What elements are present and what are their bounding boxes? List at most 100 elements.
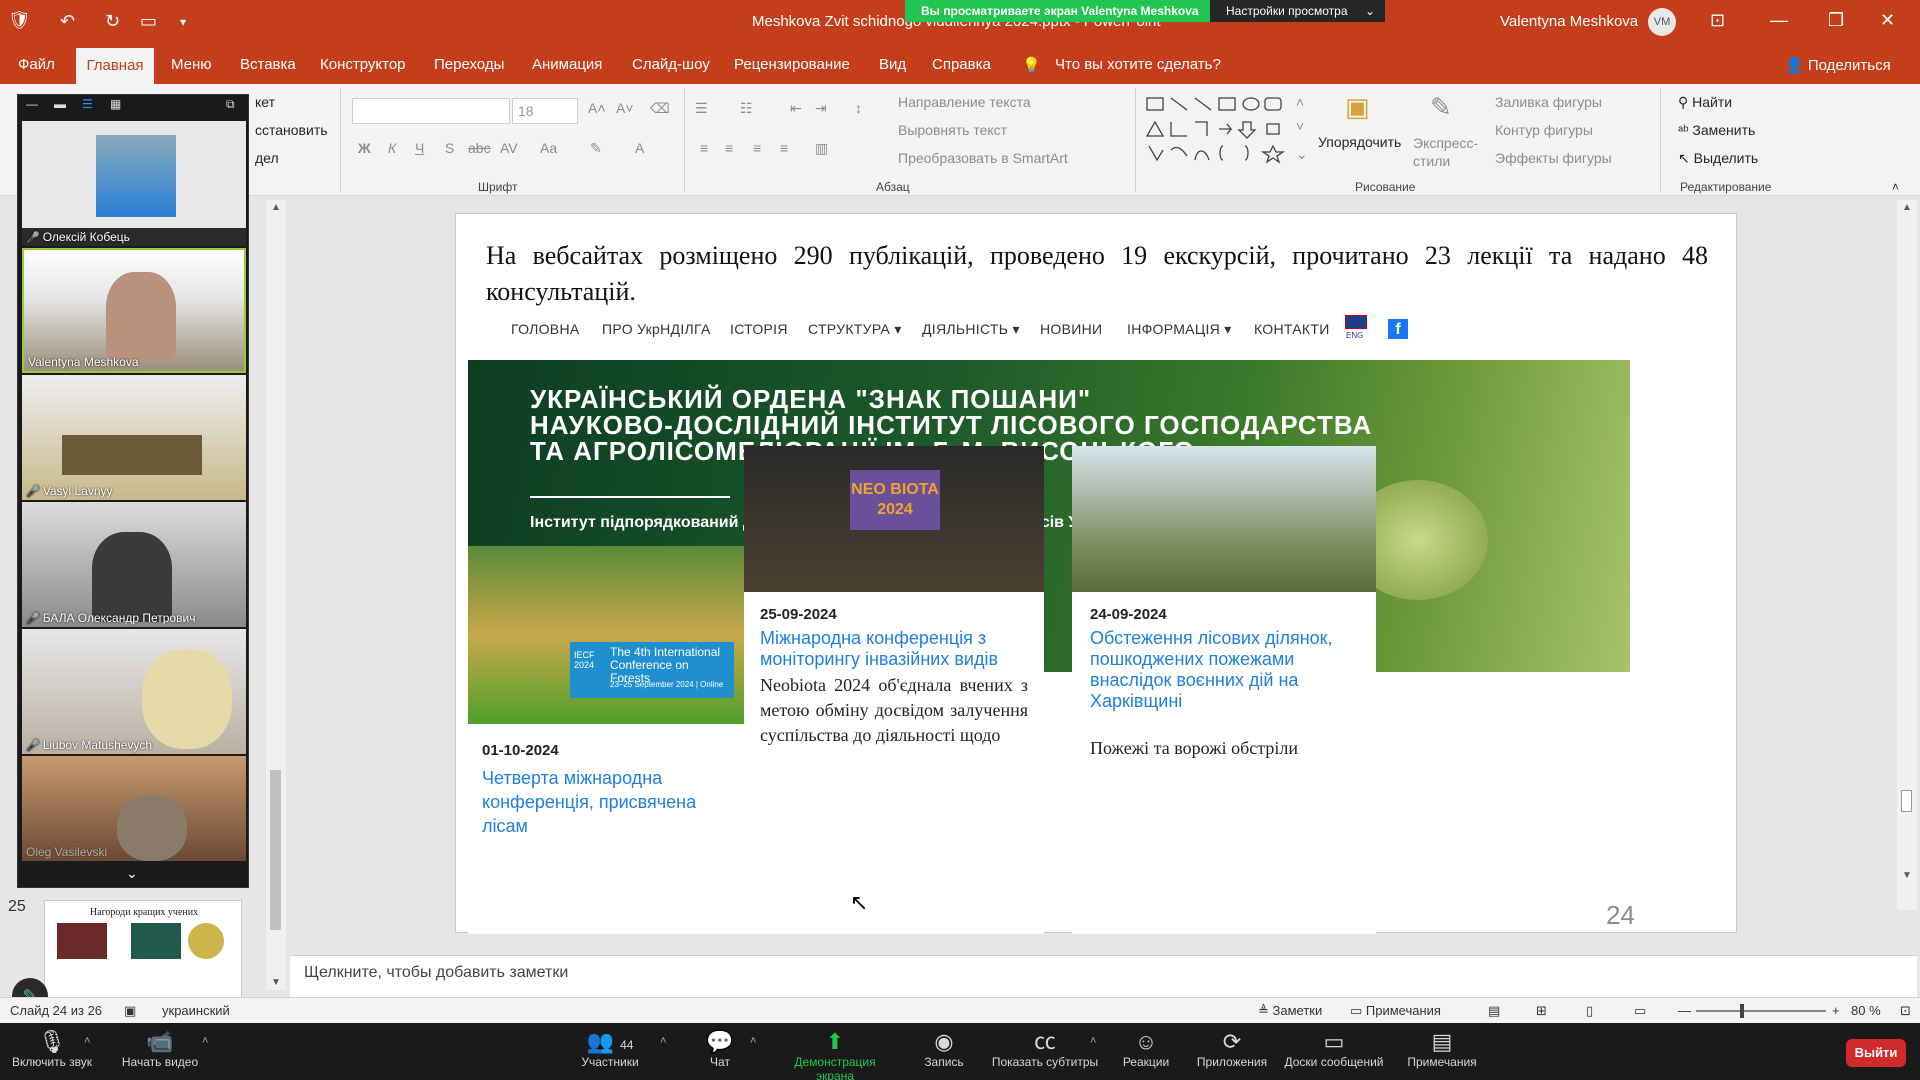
strikethrough-icon[interactable]: abc (468, 140, 491, 156)
normal-view-icon[interactable]: ▤ (1488, 1003, 1500, 1019)
chat-chevron-icon[interactable]: ˄ (750, 1035, 756, 1047)
tab-slideshow[interactable]: Слайд-шоу (632, 56, 710, 73)
scroll-up-icon[interactable]: ▲ (271, 202, 281, 213)
participant-tile[interactable]: Oleg Vasilevski (22, 756, 246, 861)
slide-25-thumbnail[interactable]: Нагороди кращих учених (44, 900, 242, 998)
layout-button[interactable]: кет (255, 94, 275, 110)
notes-placeholder[interactable]: Щелкните, чтобы добавить заметки (304, 964, 568, 982)
indent-decrease-icon[interactable]: ⇤ (790, 100, 802, 117)
smartart-button[interactable]: Преобразовать в SmartArt (898, 150, 1068, 166)
underline-icon[interactable]: Ч (415, 140, 424, 156)
indent-increase-icon[interactable]: ⇥ (815, 100, 827, 117)
close-icon[interactable]: ✕ (1880, 10, 1895, 31)
redo-icon[interactable]: ↻ (105, 11, 120, 32)
reading-view-icon[interactable]: ▯ (1586, 1003, 1593, 1019)
font-grow-icon[interactable]: A˄ (588, 100, 606, 116)
view-small-icon[interactable]: ▬ (54, 97, 66, 111)
italic-icon[interactable]: К (388, 140, 396, 156)
justify-icon[interactable]: ≡ (780, 140, 788, 156)
participant-tile[interactable]: 🎤 БАЛА Олександр Петрович (22, 502, 246, 627)
chat-button[interactable]: 💬 Чат (660, 1029, 780, 1069)
tab-file[interactable]: Файл (18, 56, 55, 73)
tab-animation[interactable]: Анимация (532, 56, 602, 73)
share-screen-button[interactable]: ⬆ Демонстрация экрана (775, 1029, 895, 1080)
zoom-slider-thumb[interactable] (1740, 1004, 1744, 1018)
notes-toggle[interactable]: ≜ Заметки (1258, 1003, 1322, 1019)
participant-tile[interactable]: 🎤 Liubov Matushevych (22, 629, 246, 754)
font-shrink-icon[interactable]: A˅ (616, 100, 634, 116)
customize-toolbar-icon[interactable]: ▾ (180, 15, 186, 29)
gallery-icon[interactable]: ▦ (110, 97, 121, 111)
tab-transitions[interactable]: Переходы (434, 56, 504, 73)
tab-home[interactable]: Главная (76, 48, 154, 84)
tab-design[interactable]: Конструктор (320, 56, 406, 73)
clear-format-icon[interactable]: ⌫ (650, 100, 670, 117)
font-size-select[interactable]: 18 (512, 98, 578, 124)
columns-icon[interactable]: ▥ (815, 140, 828, 157)
line-spacing-icon[interactable]: ↕ (855, 100, 862, 116)
language-indicator[interactable]: украинский (162, 1003, 230, 1018)
minimize-icon[interactable]: — (26, 97, 38, 111)
shape-effects-button[interactable]: Эффекты фигуры (1495, 150, 1612, 166)
participants-button[interactable]: 👥 44 Участники (550, 1029, 670, 1069)
zoom-level[interactable]: 80 % (1851, 1003, 1881, 1018)
participant-tile[interactable]: 🎤 Олексій Кобець (22, 121, 246, 246)
leave-button[interactable]: Выйти (1846, 1039, 1906, 1067)
comments-toggle[interactable]: ▭ Примечания (1350, 1003, 1441, 1019)
tab-review[interactable]: Рецензирование (734, 56, 850, 73)
zoom-in-icon[interactable]: + (1832, 1003, 1840, 1018)
change-case-icon[interactable]: Aa (540, 140, 557, 156)
font-color-icon[interactable]: A (635, 140, 644, 156)
spellcheck-icon[interactable]: ▣ (124, 1003, 136, 1019)
notes-pane[interactable]: Щелкните, чтобы добавить заметки (290, 955, 1917, 997)
zoom-slider[interactable] (1696, 1004, 1826, 1018)
bold-icon[interactable]: Ж (358, 140, 371, 156)
slide-body-text[interactable]: На вебсайтах розміщено 290 публікацій, п… (486, 238, 1708, 310)
notes-button[interactable]: ▤ Примечания (1382, 1029, 1502, 1069)
unmute-button[interactable]: 🎙 Включить звук (0, 1029, 112, 1069)
tell-me-search[interactable]: Что вы хотите сделать? (1055, 56, 1221, 73)
participant-tile[interactable]: 🎤 Vasyl Lavnyy (22, 375, 246, 500)
gallery-down-icon[interactable]: ˅ (1296, 118, 1304, 134)
pin-icon[interactable]: ⧉ (226, 97, 235, 112)
select-button[interactable]: ↖ Выделить (1678, 150, 1758, 167)
view-options-button[interactable]: Настройки просмотра ⌄ (1210, 0, 1385, 22)
fit-slide-icon[interactable]: ⊡ (1900, 1003, 1911, 1019)
scroll-thumb[interactable] (1901, 790, 1912, 812)
participant-tile-active-speaker[interactable]: Valentyna Meshkova (22, 248, 246, 373)
restore-icon[interactable]: ❐ (1828, 10, 1844, 31)
tab-view[interactable]: Вид (879, 56, 906, 73)
reset-button[interactable]: сстановить (255, 122, 328, 138)
font-name-select[interactable] (352, 98, 510, 124)
presentation-icon[interactable]: ▭ (140, 11, 157, 32)
scroll-down-icon[interactable]: ▼ (1902, 870, 1912, 881)
audio-options-chevron-icon[interactable]: ˄ (84, 1035, 90, 1047)
scroll-down-icon[interactable]: ▼ (271, 977, 281, 988)
align-text-button[interactable]: Выровнять текст (898, 122, 1007, 138)
gallery-more-icon[interactable]: ⌄ (1296, 146, 1308, 163)
collapse-ribbon-icon[interactable]: ˄ (1892, 180, 1899, 194)
tab-insert[interactable]: Вставка (240, 56, 296, 73)
shape-fill-button[interactable]: Заливка фигуры (1495, 94, 1602, 110)
scroll-thumb[interactable] (270, 770, 281, 930)
find-button[interactable]: ⚲ Найти (1678, 94, 1732, 111)
video-options-chevron-icon[interactable]: ˄ (202, 1035, 208, 1047)
minimize-icon[interactable]: — (1770, 10, 1788, 31)
section-button[interactable]: дел (255, 150, 279, 166)
bullets-icon[interactable]: ☰ (695, 100, 708, 117)
sorter-view-icon[interactable]: ⊞ (1536, 1003, 1547, 1019)
shape-outline-button[interactable]: Контур фигуры (1495, 122, 1593, 138)
chevron-down-icon[interactable]: ⌄ (126, 865, 138, 882)
align-right-icon[interactable]: ≡ (753, 140, 761, 156)
numbering-icon[interactable]: ☷ (740, 100, 753, 117)
avatar[interactable]: VM (1648, 8, 1676, 36)
shadow-icon[interactable]: S (445, 140, 454, 156)
replace-button[interactable]: ᵃᵇ Заменить (1678, 122, 1755, 138)
arrange-button[interactable]: Упорядочить (1318, 134, 1401, 150)
ribbon-display-icon[interactable]: ⊡ (1710, 10, 1725, 31)
scroll-up-icon[interactable]: ▲ (1902, 202, 1912, 213)
thumbnail-scrollbar[interactable]: ▲ ▼ (266, 200, 286, 990)
whiteboards-button[interactable]: ▭ Доски сообщений (1274, 1029, 1394, 1069)
text-direction-button[interactable]: Направление текста (898, 94, 1031, 110)
tab-menu[interactable]: Меню (171, 56, 212, 73)
